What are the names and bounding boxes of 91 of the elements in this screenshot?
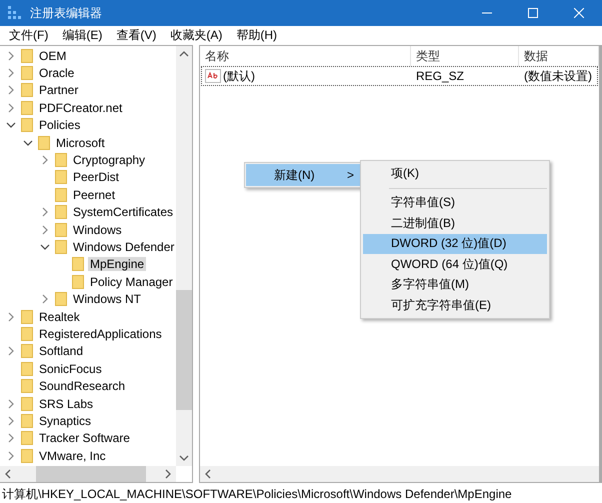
table-cell: REG_SZ — [416, 69, 464, 83]
folder-icon — [55, 240, 67, 254]
tree-item[interactable]: Cryptography — [71, 153, 148, 168]
folder-icon — [21, 66, 33, 80]
table-cell: (默认) — [223, 68, 255, 84]
folder-icon — [21, 448, 33, 463]
menu-item[interactable]: 多字符串值(M) — [363, 274, 547, 295]
chevron-right-icon[interactable] — [6, 85, 16, 96]
menu-item[interactable]: 帮助(H) — [229, 27, 284, 44]
folder-icon — [21, 48, 33, 63]
folder-icon — [55, 153, 67, 168]
scrollbar-thumb[interactable] — [36, 466, 146, 482]
tree-item[interactable]: Peernet — [71, 188, 118, 202]
tree-item[interactable]: Windows Defender — [71, 240, 176, 254]
tree-item[interactable]: Windows NT — [71, 292, 144, 306]
maximize-icon — [528, 8, 538, 18]
tree-item[interactable]: Microsoft — [54, 136, 107, 150]
chevron-right-icon[interactable] — [6, 346, 16, 356]
tree-item[interactable]: PeerDist — [71, 170, 122, 184]
column-header[interactable]: 名称 — [200, 46, 411, 66]
menu-item[interactable]: DWORD (32 位)值(D) — [363, 234, 547, 254]
folder-icon — [21, 100, 33, 115]
string-value-icon — [205, 69, 221, 83]
tree-item[interactable]: Softland — [37, 344, 86, 358]
folder-icon — [21, 362, 33, 376]
tree-item[interactable]: SRS Labs — [37, 396, 96, 410]
menu-item[interactable]: QWORD (64 位)值(Q) — [363, 254, 547, 274]
tree-item[interactable]: VMware, Inc — [37, 448, 108, 463]
folder-icon — [21, 379, 33, 394]
chevron-right-icon[interactable] — [40, 155, 50, 166]
menu-item[interactable]: 文件(F) — [2, 27, 56, 44]
chevron-right-icon[interactable] — [6, 50, 16, 61]
tree-item[interactable]: SonicFocus — [37, 362, 104, 376]
folder-icon — [72, 257, 84, 272]
menu-item[interactable]: 二进制值(B) — [363, 213, 547, 234]
chevron-right-icon[interactable] — [6, 68, 16, 78]
table-cell: (数值未设置) — [524, 68, 592, 84]
tree-item[interactable]: Realtek — [37, 310, 82, 324]
tree-item[interactable]: SoundResearch — [37, 379, 128, 394]
folder-icon — [21, 344, 33, 358]
chevron-right-icon[interactable] — [6, 416, 16, 426]
chevron-right-icon[interactable] — [6, 102, 16, 113]
tree-item[interactable]: Oracle — [37, 66, 76, 80]
folder-icon — [55, 170, 67, 184]
folder-icon — [55, 205, 67, 220]
menu-item[interactable]: 可扩充字符串值(E) — [363, 295, 547, 316]
tree-item[interactable]: Partner — [37, 83, 80, 98]
chevron-right-icon[interactable] — [6, 433, 16, 444]
folder-icon — [21, 118, 33, 132]
folder-icon — [38, 136, 50, 150]
scrollbar-thumb[interactable] — [176, 290, 192, 410]
close-icon — [574, 8, 584, 18]
menu-item[interactable]: 编辑(E) — [55, 27, 110, 44]
chevron-right-icon[interactable] — [6, 398, 16, 408]
chevron-down-icon[interactable] — [6, 120, 16, 130]
tree-item[interactable]: MpEngine — [88, 257, 146, 272]
menu-item[interactable]: 收藏夹(A) — [163, 27, 230, 44]
tree-item[interactable]: OEM — [37, 48, 68, 63]
column-header[interactable]: 数据 — [519, 46, 599, 66]
tree-item[interactable]: Synaptics — [37, 414, 94, 428]
tree-item[interactable]: Policies — [37, 118, 82, 132]
app-icon — [8, 6, 22, 20]
tree-item[interactable]: Windows — [71, 222, 124, 237]
tree-item[interactable]: PDFCreator.net — [37, 100, 124, 115]
chevron-right-icon[interactable] — [40, 207, 50, 218]
chevron-down-icon[interactable] — [40, 242, 50, 252]
menu-item[interactable]: 项(K) — [363, 163, 547, 184]
folder-icon — [72, 274, 84, 289]
chevron-right-icon[interactable] — [6, 450, 16, 461]
tree-item[interactable]: SystemCertificates — [71, 205, 176, 220]
menu-item[interactable]: 字符串值(S) — [363, 192, 547, 213]
tree-item[interactable]: Policy Manager — [88, 274, 175, 289]
folder-icon — [55, 188, 67, 202]
status-path: 计算机\HKEY_LOCAL_MACHINE\SOFTWARE\Policies\Microsoft\Windows Defender\MpEngine — [1, 486, 513, 502]
chevron-down-icon[interactable] — [23, 138, 33, 148]
window-title: 注册表编辑器 — [30, 4, 103, 22]
folder-icon — [21, 326, 33, 341]
chevron-right-icon[interactable] — [6, 312, 16, 322]
tree-item[interactable]: Tracker Software — [37, 431, 132, 446]
folder-icon — [55, 292, 67, 306]
chevron-right-icon[interactable] — [40, 224, 50, 235]
chevron-right-icon[interactable] — [40, 294, 50, 304]
tree-item[interactable]: RegisteredApplications — [37, 326, 164, 341]
menu-item[interactable]: 查看(V) — [109, 27, 164, 44]
column-header[interactable]: 类型 — [411, 46, 519, 66]
folder-icon — [21, 431, 33, 446]
folder-icon — [55, 222, 67, 237]
folder-icon — [21, 310, 33, 324]
folder-icon — [21, 414, 33, 428]
folder-icon — [21, 83, 33, 98]
folder-icon — [21, 396, 33, 410]
